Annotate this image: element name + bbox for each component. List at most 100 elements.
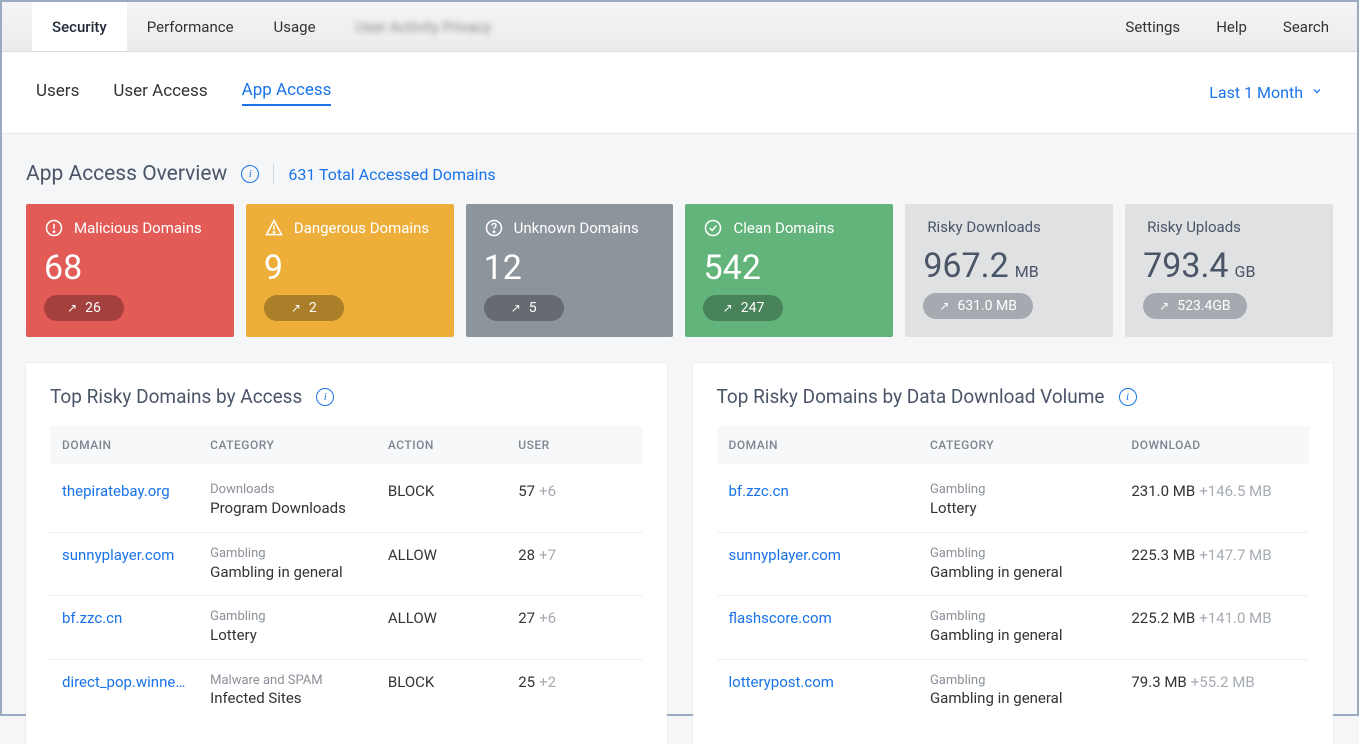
domain-link[interactable]: thepiratebay.org xyxy=(62,482,186,500)
time-range-label: Last 1 Month xyxy=(1209,83,1303,102)
card-label: Risky Downloads xyxy=(927,218,1041,236)
panel-title-text: Top Risky Domains by Access xyxy=(50,385,302,408)
table-row[interactable]: direct_pop.winner... Malware and SPAMInfe… xyxy=(50,659,643,722)
download-value: 79.3 MB xyxy=(1131,673,1186,691)
panel-top-risky-by-access: Top Risky Domains by Access i DOMAIN CAT… xyxy=(26,363,667,744)
col-user[interactable]: USER xyxy=(506,426,642,464)
table-row[interactable]: lotterypost.comGamblingGambling in gener… xyxy=(717,659,1310,722)
warning-icon xyxy=(264,218,284,238)
domain-link[interactable]: direct_pop.winner... xyxy=(62,673,186,691)
panel-top-risky-by-download: Top Risky Domains by Data Download Volum… xyxy=(693,363,1334,744)
panels-row: Top Risky Domains by Access i DOMAIN CAT… xyxy=(26,363,1333,744)
link-help[interactable]: Help xyxy=(1216,18,1247,36)
domain-link[interactable]: lotterypost.com xyxy=(729,673,906,691)
panel-title-text: Top Risky Domains by Data Download Volum… xyxy=(717,385,1105,408)
card-malicious-domains[interactable]: Malicious Domains 68 ↗ 26 xyxy=(26,204,234,337)
topbar-right: Settings Help Search xyxy=(1125,2,1357,51)
card-label: Clean Domains xyxy=(733,219,834,237)
card-value: 12 xyxy=(484,250,656,287)
info-icon[interactable]: i xyxy=(241,165,259,183)
download-value: 231.0 MB xyxy=(1131,482,1195,500)
table-row[interactable]: sunnyplayer.com GamblingGambling in gener… xyxy=(717,532,1310,595)
category-bottom: Lottery xyxy=(930,499,1107,519)
trend-up-icon: ↗ xyxy=(939,299,949,313)
table-row[interactable]: bf.zzc.cnGamblingLotteryALLOW27+6 xyxy=(50,596,643,659)
subtab-user-access[interactable]: User Access xyxy=(113,81,207,105)
col-category[interactable]: CATEGORY xyxy=(198,426,376,464)
col-action[interactable]: ACTION xyxy=(376,426,506,464)
card-delta-pill: ↗ 523.4GB xyxy=(1143,293,1247,319)
tab-usage[interactable]: Usage xyxy=(254,2,336,51)
divider xyxy=(273,164,274,184)
category-top: Malware and SPAM xyxy=(210,673,364,690)
category-top: Gambling xyxy=(210,546,364,563)
card-risky-uploads[interactable]: Risky Uploads 793.4GB ↗ 523.4GB xyxy=(1125,204,1333,337)
card-label: Dangerous Domains xyxy=(294,219,429,237)
tab-security[interactable]: Security xyxy=(32,2,127,51)
card-delta: 26 xyxy=(85,300,101,316)
card-dangerous-domains[interactable]: Dangerous Domains 9 ↗ 2 xyxy=(246,204,454,337)
summary-link[interactable]: 631 Total Accessed Domains xyxy=(288,165,495,184)
domain-link[interactable]: bf.zzc.cn xyxy=(62,609,186,627)
table-row[interactable]: flashscore.com GamblingGambling in genera… xyxy=(717,596,1310,659)
card-label: Malicious Domains xyxy=(74,219,202,237)
time-range-selector[interactable]: Last 1 Month xyxy=(1209,83,1323,102)
topbar-tabs: Security Performance Usage User Activity… xyxy=(2,2,511,51)
card-delta-pill: ↗ 247 xyxy=(703,295,783,321)
topbar: Security Performance Usage User Activity… xyxy=(2,2,1357,52)
tab-performance[interactable]: Performance xyxy=(127,2,254,51)
user-count: 28 xyxy=(518,546,535,564)
download-value: 225.2 MB xyxy=(1131,609,1195,627)
table-row[interactable]: bf.zzc.cnGamblingLottery231.0 MB+146.5 M… xyxy=(717,464,1310,532)
chevron-down-icon xyxy=(1311,85,1323,100)
category-top: Gambling xyxy=(930,546,1107,563)
alert-icon xyxy=(44,218,64,238)
card-risky-downloads[interactable]: Risky Downloads 967.2MB ↗ 631.0 MB xyxy=(905,204,1113,337)
category-bottom: Gambling in general xyxy=(930,626,1107,646)
card-value: 542 xyxy=(703,250,875,287)
cards-row: Malicious Domains 68 ↗ 26 Dangerous Doma… xyxy=(26,204,1333,337)
info-icon[interactable]: i xyxy=(316,388,334,406)
domain-link[interactable]: flashscore.com xyxy=(729,609,906,627)
table-row[interactable]: thepiratebay.orgDownloadsProgram Downloa… xyxy=(50,464,643,532)
card-clean-domains[interactable]: Clean Domains 542 ↗ 247 xyxy=(685,204,893,337)
category-bottom: Infected Sites xyxy=(210,689,364,709)
link-settings[interactable]: Settings xyxy=(1125,18,1180,36)
category-bottom: Gambling in general xyxy=(930,563,1107,583)
card-value: 68 xyxy=(44,250,216,287)
domain-link[interactable]: sunnyplayer.com xyxy=(729,546,906,564)
subtab-users[interactable]: Users xyxy=(36,81,79,105)
category-bottom: Gambling in general xyxy=(930,689,1107,709)
trend-up-icon: ↗ xyxy=(511,301,521,315)
tab-blurred[interactable]: User Activity Privacy xyxy=(336,2,512,51)
card-delta-pill: ↗ 631.0 MB xyxy=(923,293,1033,319)
card-value: 793.4GB xyxy=(1143,248,1315,285)
col-category[interactable]: CATEGORY xyxy=(918,426,1119,464)
action-cell: BLOCK xyxy=(376,659,506,722)
card-delta: 631.0 MB xyxy=(957,298,1017,314)
download-delta: +55.2 MB xyxy=(1191,673,1255,691)
subnav-tabs: Users User Access App Access xyxy=(36,80,331,106)
info-icon[interactable]: i xyxy=(1119,388,1137,406)
col-domain[interactable]: DOMAIN xyxy=(717,426,918,464)
user-delta: +6 xyxy=(539,482,556,500)
subtab-app-access[interactable]: App Access xyxy=(242,80,332,106)
table-row[interactable]: sunnyplayer.com GamblingGambling in gener… xyxy=(50,532,643,595)
user-delta: +2 xyxy=(539,673,556,691)
link-search[interactable]: Search xyxy=(1283,18,1329,36)
user-delta: +7 xyxy=(539,546,556,564)
col-download[interactable]: DOWNLOAD xyxy=(1119,426,1309,464)
trend-up-icon: ↗ xyxy=(1159,299,1169,313)
card-unknown-domains[interactable]: Unknown Domains 12 ↗ 5 xyxy=(466,204,674,337)
category-bottom: Gambling in general xyxy=(210,563,364,583)
category-top: Gambling xyxy=(930,609,1107,626)
section-title: App Access Overview i 631 Total Accessed… xyxy=(26,162,1333,186)
domain-link[interactable]: sunnyplayer.com xyxy=(62,546,186,564)
subnav: Users User Access App Access Last 1 Mont… xyxy=(2,52,1357,134)
card-delta: 523.4GB xyxy=(1177,298,1230,314)
domain-link[interactable]: bf.zzc.cn xyxy=(729,482,906,500)
col-domain[interactable]: DOMAIN xyxy=(50,426,198,464)
table-access: DOMAIN CATEGORY ACTION USER thepiratebay… xyxy=(50,426,643,722)
card-label: Risky Uploads xyxy=(1147,218,1241,236)
download-delta: +147.7 MB xyxy=(1199,546,1271,564)
